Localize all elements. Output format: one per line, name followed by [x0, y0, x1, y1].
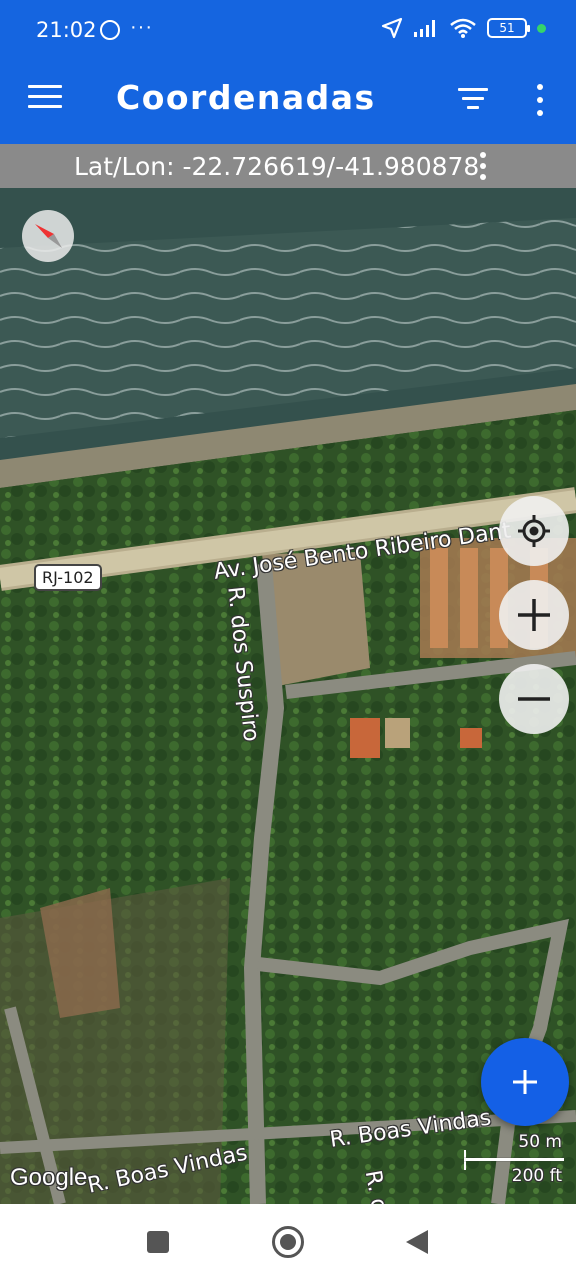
- status-time: 21:02: [36, 18, 97, 42]
- scale-feet: 200 ft: [511, 1166, 562, 1186]
- whatsapp-icon: [100, 20, 120, 40]
- compass-icon[interactable]: [22, 210, 74, 262]
- status-bar: 21:02 ··· 51: [0, 0, 576, 56]
- back-icon[interactable]: [406, 1230, 428, 1254]
- status-more-notifications: ···: [130, 16, 153, 38]
- more-vert-icon[interactable]: [528, 84, 552, 116]
- signal-icon: [413, 18, 439, 38]
- coordinates-bar: Lat/Lon: -22.726619/-41.980878: [0, 144, 576, 188]
- map-scale: 50 m 200 ft: [462, 1132, 566, 1192]
- zoom-out-icon[interactable]: [499, 664, 569, 734]
- status-icons: 51: [381, 14, 546, 42]
- home-icon[interactable]: [272, 1226, 304, 1258]
- coordinates-text: Lat/Lon: -22.726619/-41.980878: [74, 152, 480, 181]
- app-bar: Coordenadas: [0, 56, 576, 144]
- system-nav-bar: [0, 1204, 576, 1280]
- add-icon[interactable]: [481, 1038, 569, 1126]
- recent-apps-icon[interactable]: [147, 1231, 169, 1253]
- map-view[interactable]: RJ-102 Av. José Bento Ribeiro Dant R. do…: [0, 188, 576, 1204]
- route-badge: RJ-102: [34, 564, 102, 591]
- my-location-icon[interactable]: [499, 496, 569, 566]
- satellite-imagery: [0, 188, 576, 1204]
- battery-icon: 51: [487, 18, 530, 38]
- scale-meters: 50 m: [518, 1132, 562, 1152]
- wifi-icon: [449, 17, 477, 39]
- filter-icon[interactable]: [456, 88, 490, 112]
- zoom-in-icon[interactable]: [499, 580, 569, 650]
- coordinates-more-icon[interactable]: [476, 152, 490, 180]
- location-arrow-icon: [381, 17, 403, 39]
- app-title: Coordenadas: [116, 78, 376, 117]
- charging-dot-icon: [537, 23, 546, 33]
- google-logo: Google: [10, 1164, 88, 1191]
- menu-icon[interactable]: [28, 85, 62, 115]
